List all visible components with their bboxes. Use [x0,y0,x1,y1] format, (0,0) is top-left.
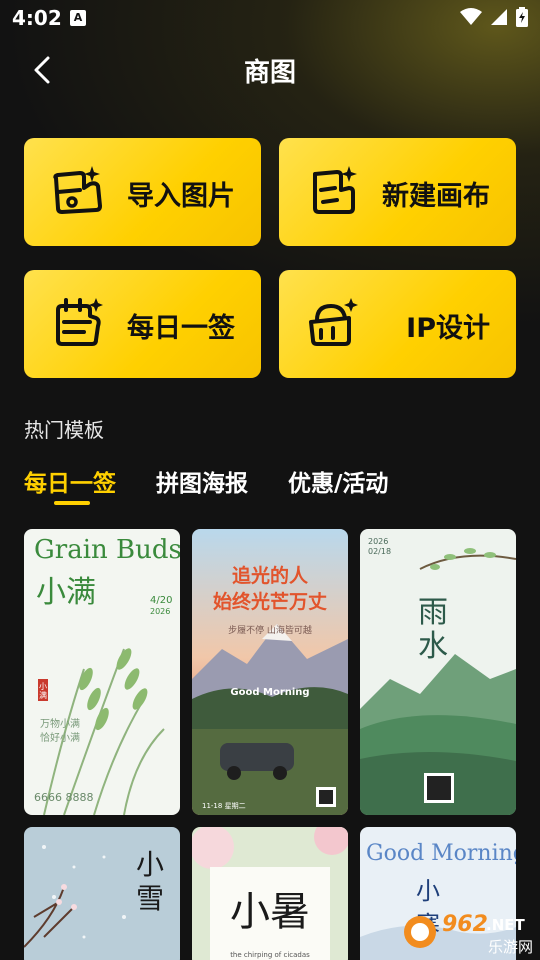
battery-icon [516,7,528,27]
rain-water-year: 2026 [368,537,389,546]
grain-buds-title-en: Grain Buds [34,535,180,565]
grain-buds-phone: 6666 8888 [34,791,94,804]
watermark-suffix: .NET [486,916,525,934]
wifi-icon [460,8,482,25]
import-image-icon [53,166,102,214]
chasing-light-greeting: Good Morning [230,687,310,698]
template-card-chasing-light[interactable]: 追光的人 始终光芒万丈 步履不停 山海皆可越 Good Morning 11-1… [192,529,348,815]
tab-promotion-event[interactable]: 优惠/活动 [288,464,388,498]
minor-heat-title: 小暑 [230,889,310,935]
status-bar: 4:02 A [0,0,540,36]
template-card-minor-heat[interactable]: 小暑 the chirping of cicadas [192,827,348,960]
new-canvas-button[interactable]: 新建画布 [279,138,516,246]
header: 商图 [0,44,540,96]
template-card-rain-water[interactable]: 2026 02/18 雨 水 [360,529,516,815]
chasing-light-footer: 11-18 星期二 [202,802,246,810]
site-watermark: 962 .NET 乐游网 [402,910,534,956]
grain-buds-poem-1: 万物小满 [40,719,80,730]
light-snow-title-2: 雪 [136,882,165,915]
section-title: 热门模板 [24,418,104,442]
minor-cold-greeting: Good Morning [366,841,516,866]
daily-sign-icon [56,298,103,346]
grain-buds-seal: 小满 [39,682,47,700]
import-image-button[interactable]: 导入图片 [24,138,261,246]
chasing-light-headline-2: 始终光芒万丈 [212,591,327,613]
template-card-light-snow[interactable]: 小 雪 [24,827,180,960]
rain-water-title-2: 水 [418,629,448,664]
grain-buds-date: 4/20 [150,595,173,606]
rain-water-poster [360,529,516,815]
minor-heat-caption: the chirping of cicadas [230,951,310,959]
grain-buds-title-cn: 小满 [36,575,96,610]
page-title: 商图 [243,58,296,88]
grain-buds-poem-2: 恰好小满 [40,733,80,744]
new-canvas-icon [313,166,357,214]
grain-buds-year: 2026 [150,607,171,616]
daily-sign-button[interactable]: 每日一签 [24,270,261,378]
rain-water-date: 02/18 [368,547,392,556]
chasing-light-headline-1: 追光的人 [231,565,308,587]
active-tab-indicator [54,501,90,505]
watermark-logo-text: 962 [442,912,488,937]
tab-daily-sign[interactable]: 每日一签 [24,464,116,498]
ip-design-button[interactable]: IP设计 [279,270,516,378]
chasing-light-tagline: 步履不停 山海皆可越 [228,626,312,636]
daily-sign-label: 每日一签 [127,313,235,344]
watermark-site: 乐游网 [488,938,534,956]
import-image-label: 导入图片 [127,181,235,212]
ip-design-icon [309,298,358,346]
new-canvas-label: 新建画布 [382,181,490,212]
ip-design-label: IP设计 [406,313,490,344]
tab-collage-poster[interactable]: 拼图海报 [156,464,248,498]
signal-icon [491,9,507,25]
minor-cold-title-1: 小 [416,877,440,905]
notification-icon: A [70,10,86,26]
template-card-grain-buds[interactable]: Grain Buds 小满 4/20 2026 小满 万物小满 恰好小满 666… [24,529,180,815]
status-time: 4:02 [12,6,62,30]
